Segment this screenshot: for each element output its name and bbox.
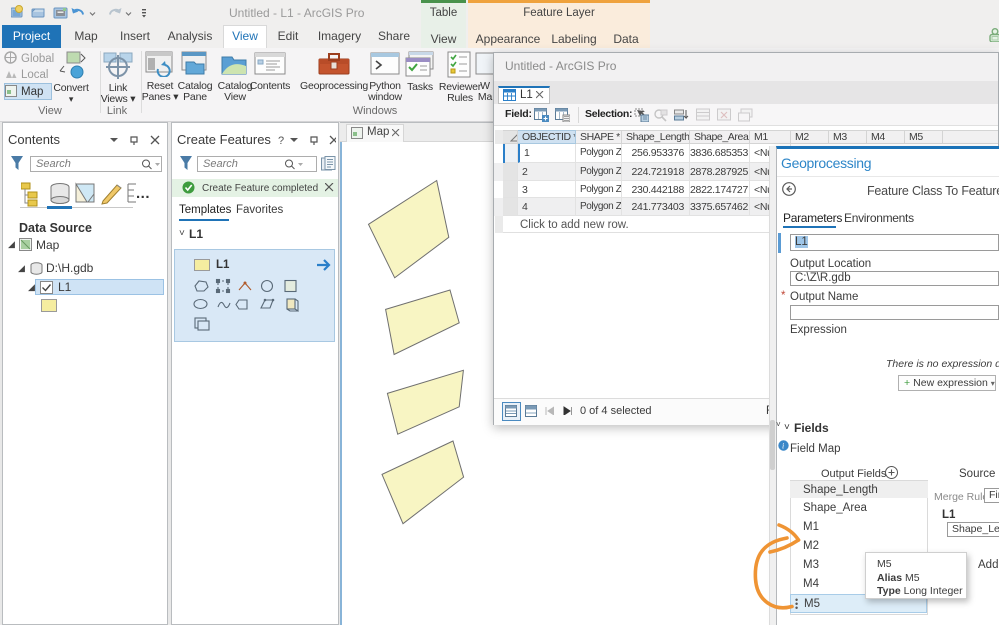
svg-text:i: i (782, 442, 784, 451)
svg-text:?: ? (278, 135, 284, 146)
